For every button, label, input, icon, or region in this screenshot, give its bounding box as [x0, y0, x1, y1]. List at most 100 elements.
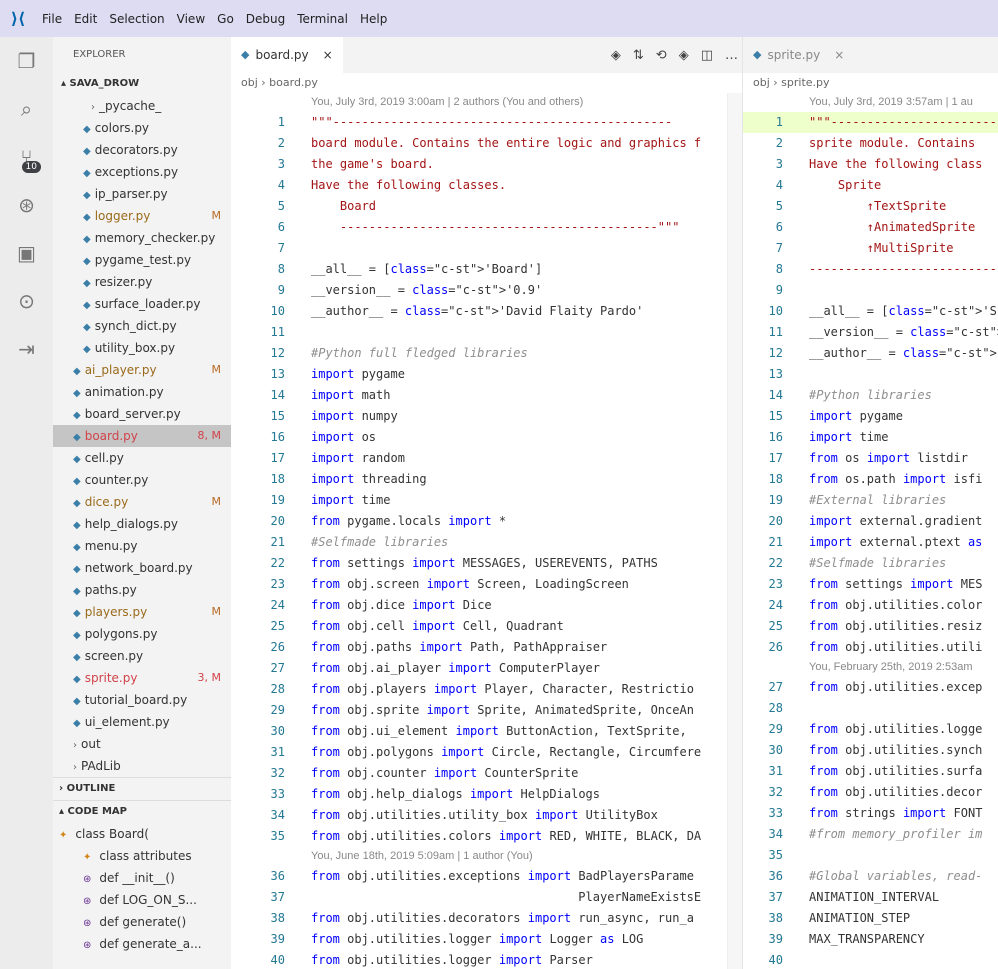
menu-help[interactable]: Help [354, 12, 393, 26]
code-text: sprite module. Contains [809, 136, 976, 150]
file-item[interactable]: ◆ exceptions.py [53, 161, 231, 183]
code-map-item[interactable]: ⊛ def generate() [53, 911, 231, 933]
sign-in-icon[interactable]: ⇥ [0, 325, 53, 373]
line-number: 16 [768, 430, 783, 444]
explorer-icon[interactable]: ❐ [0, 37, 53, 85]
file-item[interactable]: ◆ ui_element.py [53, 711, 231, 733]
menu-view[interactable]: View [171, 12, 211, 26]
code-map-item[interactable]: ✦ class Board( [53, 823, 231, 845]
code-text: from obj.paths import Path, PathAppraise… [311, 640, 608, 654]
file-item[interactable]: › PAdLib [53, 755, 231, 777]
python-file-icon: ◆ [83, 146, 91, 157]
split-editor-icon[interactable]: ◫ [701, 48, 713, 63]
file-item[interactable]: ◆ board.py 8, M [53, 425, 231, 447]
compare-icon[interactable]: ◈ [611, 48, 621, 63]
menu-selection[interactable]: Selection [103, 12, 170, 26]
back-icon[interactable]: ⟲ [656, 48, 667, 63]
code-text: import numpy [311, 409, 398, 423]
file-item[interactable]: ◆ animation.py [53, 381, 231, 403]
menu-debug[interactable]: Debug [240, 12, 291, 26]
code-map-section[interactable]: ▴ CODE MAP [53, 800, 231, 823]
menu-file[interactable]: File [36, 12, 68, 26]
code-map-item[interactable]: ⊛ def generate_a... [53, 933, 231, 955]
file-item[interactable]: ◆ colors.py [53, 117, 231, 139]
file-item[interactable]: ◆ synch_dict.py [53, 315, 231, 337]
close-icon[interactable]: × [323, 37, 333, 73]
file-item[interactable]: ◆ dice.py M [53, 491, 231, 513]
file-item[interactable]: › _pycache_ [53, 95, 231, 117]
git-icon[interactable]: ⇅ [633, 48, 644, 63]
file-item[interactable]: ◆ utility_box.py [53, 337, 231, 359]
tab-label: sprite.py [767, 48, 821, 62]
code-map-item[interactable]: ⊛ def LOG_ON_S... [53, 889, 231, 911]
line-number: 29 [270, 703, 285, 717]
breadcrumb[interactable]: obj › sprite.py [743, 73, 998, 93]
file-item[interactable]: ◆ polygons.py [53, 623, 231, 645]
file-item[interactable]: ◆ players.py M [53, 601, 231, 623]
line-number: 30 [270, 724, 285, 738]
code-line: 14 #Python libraries [743, 385, 998, 406]
menu-terminal[interactable]: Terminal [291, 12, 354, 26]
file-label: counter.py [84, 473, 149, 487]
line-number: 36 [768, 869, 783, 883]
line-number: 37 [270, 890, 285, 904]
code-text: from obj.utilities.synch [809, 743, 983, 757]
menu-edit[interactable]: Edit [68, 12, 103, 26]
line-number: 34 [270, 808, 285, 822]
code-line: 30 from obj.utilities.synch [743, 740, 998, 761]
project-folder[interactable]: ▴ SAVA_DROW [53, 73, 231, 95]
code-area[interactable]: You, July 3rd, 2019 3:57am | 1 au 1 """---… [743, 93, 998, 969]
source-control-icon[interactable]: ⑂ 10 [0, 133, 53, 181]
more-actions-icon[interactable]: … [725, 48, 738, 63]
python-file-icon: ◆ [73, 718, 81, 729]
line-number: 25 [270, 619, 285, 633]
code-text: ↑TextSprite [809, 199, 947, 213]
code-map-item[interactable]: ✦ class attributes [53, 845, 231, 867]
file-item[interactable]: ◆ memory_checker.py [53, 227, 231, 249]
menu-go[interactable]: Go [211, 12, 240, 26]
file-item[interactable]: ◆ ip_parser.py [53, 183, 231, 205]
file-item[interactable]: ◆ sprite.py 3, M [53, 667, 231, 689]
code-text: from obj.utilities.logger import Logger … [311, 932, 644, 946]
file-item[interactable]: ◆ resizer.py [53, 271, 231, 293]
code-line: 27 from obj.ai_player import ComputerPlay… [231, 658, 742, 679]
search-icon[interactable]: ⌕ [0, 85, 53, 133]
extensions-icon[interactable]: ▣ [0, 229, 53, 277]
code-text: from pygame.locals import * [311, 514, 507, 528]
code-line: 34 #from memory_profiler im [743, 824, 998, 845]
breadcrumb[interactable]: obj › board.py [231, 73, 742, 93]
git-blame-annotation: You, July 3rd, 2019 3:00am | 2 authors (… [311, 96, 584, 108]
file-label: PAdLib [81, 759, 121, 773]
file-item[interactable]: ◆ screen.py [53, 645, 231, 667]
debug-icon[interactable]: ⊛ [0, 181, 53, 229]
tab-board-py[interactable]: ◆ board.py × [231, 37, 343, 73]
file-item[interactable]: ◆ pygame_test.py [53, 249, 231, 271]
file-item[interactable]: ◆ help_dialogs.py [53, 513, 231, 535]
file-item[interactable]: ◆ tutorial_board.py [53, 689, 231, 711]
scrollbar[interactable] [727, 93, 742, 969]
file-item[interactable]: ◆ logger.py M [53, 205, 231, 227]
file-item[interactable]: ◆ menu.py [53, 535, 231, 557]
file-item[interactable]: ◆ decorators.py [53, 139, 231, 161]
file-item[interactable]: ◆ ai_player.py M [53, 359, 231, 381]
remote-icon[interactable]: ⊙ [0, 277, 53, 325]
tab-sprite-py[interactable]: ◆ sprite.py × [743, 37, 854, 73]
forward-icon[interactable]: ◈ [679, 48, 689, 63]
file-item[interactable]: ◆ paths.py [53, 579, 231, 601]
method-icon: ⊛ [83, 896, 92, 907]
line-number: 17 [270, 451, 285, 465]
editor-toolbar: ◈ ⇅ ⟲ ◈ ◫ … [611, 37, 738, 73]
line-number: 23 [768, 577, 783, 591]
code-text: __all__ = [class="c-st">'Board'] [311, 262, 543, 276]
close-icon[interactable]: × [834, 37, 844, 73]
file-item[interactable]: ◆ surface_loader.py [53, 293, 231, 315]
file-item[interactable]: ◆ network_board.py [53, 557, 231, 579]
code-area[interactable]: You, July 3rd, 2019 3:00am | 2 authors (… [231, 93, 742, 969]
outline-section[interactable]: › OUTLINE [53, 777, 231, 800]
file-item[interactable]: ◆ counter.py [53, 469, 231, 491]
file-item[interactable]: › out [53, 733, 231, 755]
code-map-item[interactable]: ⊛ def __init__() [53, 867, 231, 889]
file-item[interactable]: ◆ cell.py [53, 447, 231, 469]
code-text: import threading [311, 472, 427, 486]
file-item[interactable]: ◆ board_server.py [53, 403, 231, 425]
